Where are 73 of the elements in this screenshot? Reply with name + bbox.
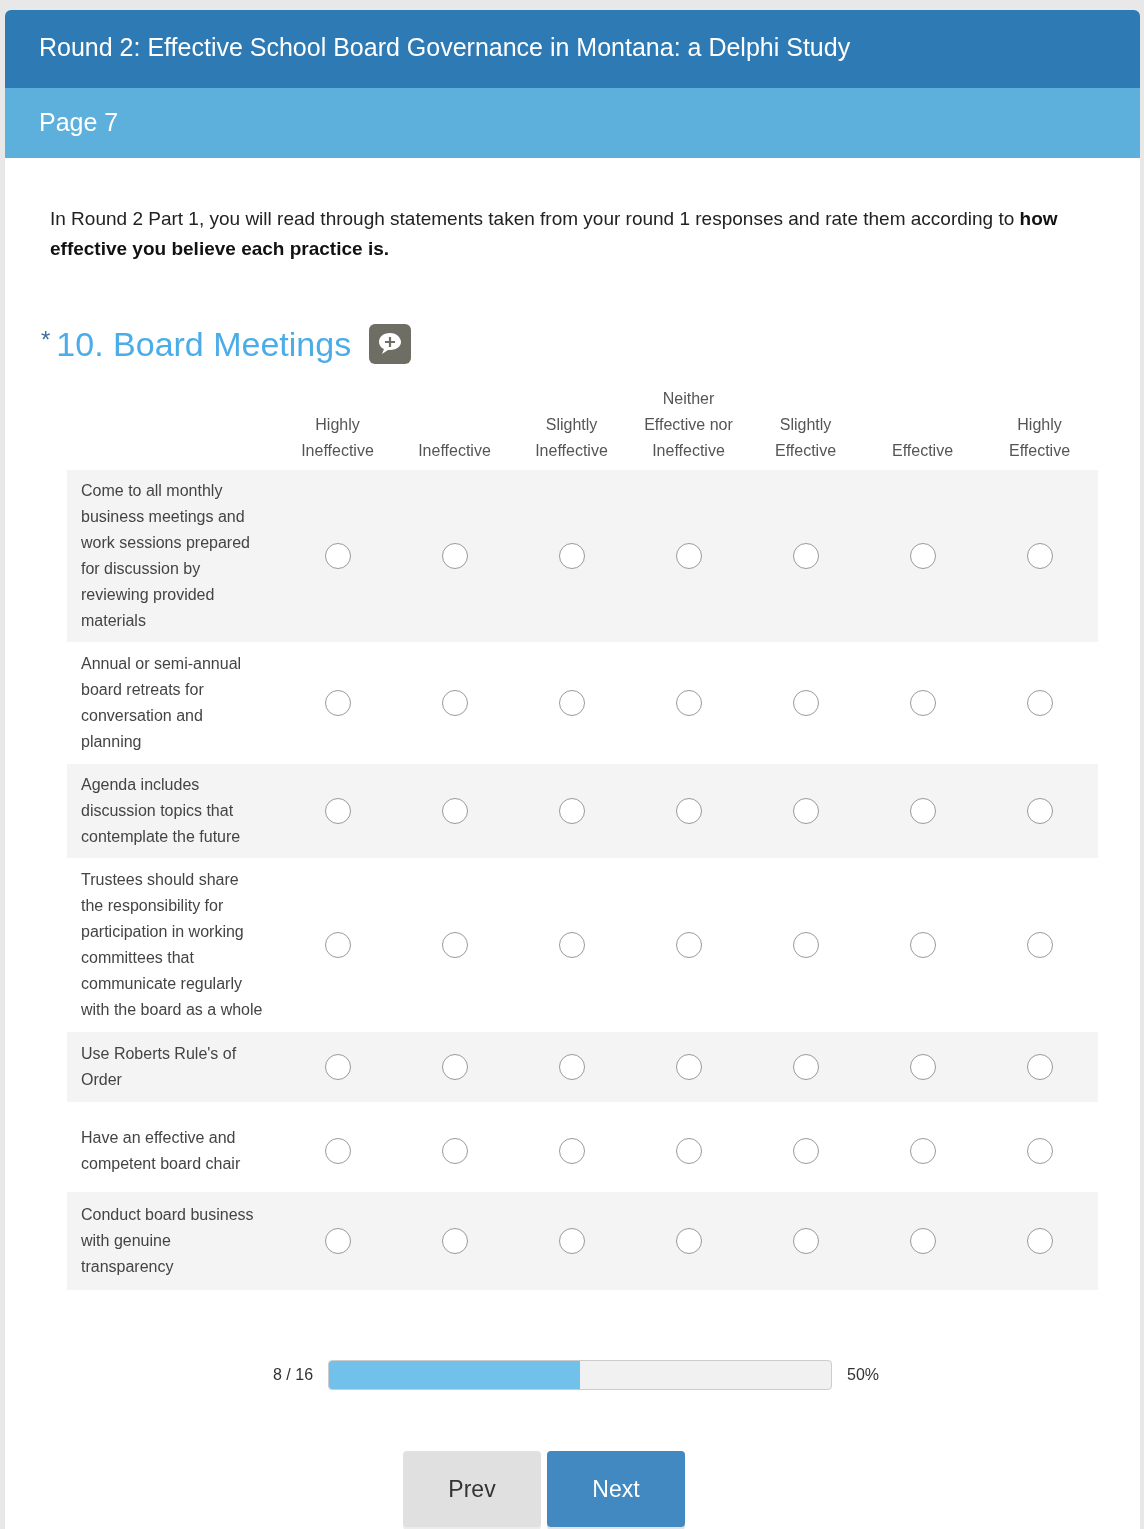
radio-button[interactable] <box>441 1228 468 1254</box>
radio-button[interactable] <box>675 1138 702 1164</box>
statement-label: Conduct board business with genuine transparency <box>80 1205 255 1277</box>
column-header: Neither Effective nor Ineffective <box>643 389 734 461</box>
radio-button[interactable] <box>909 798 936 824</box>
radio-button[interactable] <box>324 1228 351 1254</box>
radio-button[interactable] <box>324 1054 351 1080</box>
required-mark: * <box>41 326 51 354</box>
statement-label: Have an effective and competent board chair <box>80 1128 242 1174</box>
radio-button[interactable] <box>1026 690 1053 716</box>
column-header: Ineffective <box>417 441 492 461</box>
radio-button[interactable] <box>792 543 819 569</box>
radio-button[interactable] <box>792 1228 819 1254</box>
radio-button[interactable] <box>558 543 585 569</box>
radio-button[interactable] <box>324 543 351 569</box>
radio-button[interactable] <box>558 1138 585 1164</box>
radio-button[interactable] <box>792 1138 819 1164</box>
radio-button[interactable] <box>558 798 585 824</box>
radio-button[interactable] <box>909 1054 936 1080</box>
radio-button[interactable] <box>441 1054 468 1080</box>
statement-label: Trustees should share the responsibility for participation in working committees that communicate regularly with the board as a whole <box>80 870 264 1020</box>
prev-button[interactable]: Prev <box>403 1451 541 1527</box>
radio-button[interactable] <box>1026 1228 1053 1254</box>
radio-button[interactable] <box>441 798 468 824</box>
column-header: Effective <box>890 441 955 461</box>
radio-button[interactable] <box>909 1138 936 1164</box>
next-button[interactable]: Next <box>547 1451 685 1527</box>
radio-button[interactable] <box>1026 798 1053 824</box>
survey-title: Round 2: Effective School Board Governance in Montana: a Delphi Study <box>5 10 1140 88</box>
radio-button[interactable] <box>675 932 702 958</box>
radio-button[interactable] <box>441 1138 468 1164</box>
radio-button[interactable] <box>675 1054 702 1080</box>
statement-label: Annual or semi-annual board retreats for conversation and planning <box>80 654 243 752</box>
radio-button[interactable] <box>792 798 819 824</box>
radio-button[interactable] <box>441 543 468 569</box>
radio-button[interactable] <box>909 690 936 716</box>
column-header: Highly Effective <box>1007 415 1072 461</box>
statement-label: Come to all monthly business meetings and work sessions prepared for discussion by reviewing provided materials <box>80 481 251 631</box>
radio-button[interactable] <box>324 1138 351 1164</box>
progress-count: 8 / 16 <box>273 1366 314 1384</box>
radio-button[interactable] <box>792 932 819 958</box>
page-title: Page 7 <box>5 88 1140 158</box>
radio-button[interactable] <box>792 1054 819 1080</box>
radio-button[interactable] <box>909 543 936 569</box>
radio-button[interactable] <box>324 690 351 716</box>
comment-icon[interactable] <box>369 324 412 364</box>
radio-button[interactable] <box>675 1228 702 1254</box>
radio-button[interactable] <box>675 690 702 716</box>
intro-text: In Round 2 Part 1, you will read through statements taken from your round 1 responses and rate them according to how effective you believe each practice is. <box>50 207 1059 261</box>
radio-button[interactable] <box>324 798 351 824</box>
radio-button[interactable] <box>792 690 819 716</box>
column-header: Slightly Ineffective <box>534 415 609 461</box>
radio-button[interactable] <box>441 690 468 716</box>
radio-button[interactable] <box>909 1228 936 1254</box>
radio-button[interactable] <box>1026 543 1053 569</box>
statement-label: Agenda includes discussion topics that contemplate the future <box>80 775 242 847</box>
column-header: Slightly Effective <box>773 415 838 461</box>
radio-button[interactable] <box>1026 1138 1053 1164</box>
question-title: 10. Board Meetings <box>56 324 352 364</box>
radio-button[interactable] <box>675 798 702 824</box>
radio-button[interactable] <box>1026 932 1053 958</box>
radio-button[interactable] <box>675 543 702 569</box>
progress-percent: 50% <box>847 1366 880 1384</box>
radio-button[interactable] <box>558 690 585 716</box>
radio-button[interactable] <box>558 1054 585 1080</box>
radio-button[interactable] <box>909 932 936 958</box>
statement-label: Use Roberts Rule's of Order <box>80 1044 238 1090</box>
radio-button[interactable] <box>1026 1054 1053 1080</box>
radio-button[interactable] <box>558 1228 585 1254</box>
column-header: Highly Ineffective <box>300 415 375 461</box>
radio-button[interactable] <box>324 932 351 958</box>
radio-button[interactable] <box>441 932 468 958</box>
radio-button[interactable] <box>558 932 585 958</box>
